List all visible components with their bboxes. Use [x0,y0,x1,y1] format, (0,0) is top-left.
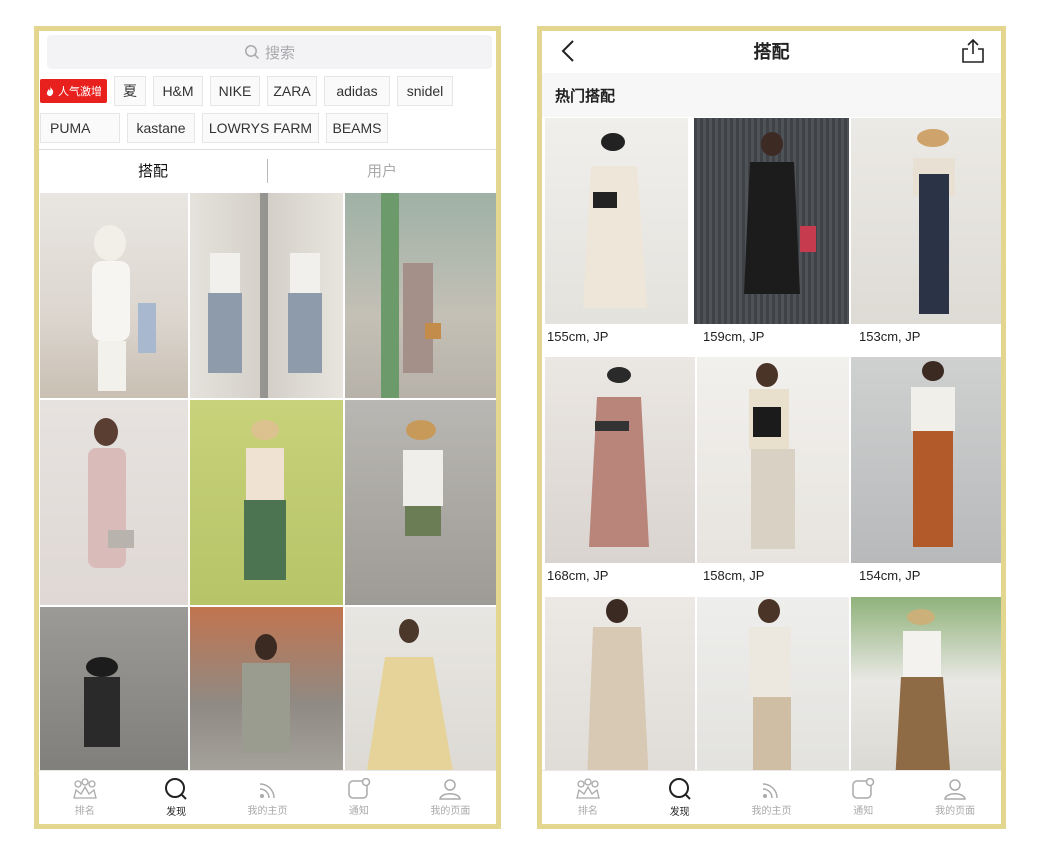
user-icon [439,779,462,800]
height-caption: 158cm, JP [703,568,765,583]
tab-discover-label: 发现 [166,807,187,818]
tag-summer[interactable]: 夏 [114,76,146,106]
tab-notifications[interactable]: 通知 [313,771,404,824]
tab-users[interactable]: 用户 [268,150,496,191]
tab-home-label: 我的主页 [751,806,792,817]
height-caption: 154cm, JP [859,568,921,583]
outfit-photo[interactable] [545,357,695,563]
search-icon [165,778,187,800]
outfit-photo[interactable] [851,118,1001,324]
flame-icon [46,86,54,96]
tab-home[interactable]: 我的主页 [726,771,818,824]
ranking-icon [72,778,97,799]
tab-notifications[interactable]: 通知 [817,771,909,824]
discover-screen: 搜索 人气激增 夏 H&M NIKE ZARA adidas snidel PU… [34,26,501,829]
outfit-photo[interactable] [345,193,496,398]
share-button[interactable] [959,37,987,65]
search-icon [668,778,691,800]
outfit-photo[interactable] [40,400,188,605]
tag-puma[interactable]: PUMA [40,113,120,143]
bottom-tab-bar: 排名 发现 我的主页 通知 我的页面 [39,770,496,824]
tag-lowrys-farm[interactable]: LOWRYS FARM [202,113,319,143]
chevron-left-icon [561,40,574,62]
outfit-photo[interactable] [697,357,849,563]
search-bar[interactable]: 搜索 [47,35,492,69]
section-title: 热门搭配 [542,73,1001,117]
height-caption: 155cm, JP [547,329,609,344]
outfits-screen: 搭配 热门搭配 155cm, JP 159cm, JP 153cm, JP 16… [537,26,1006,829]
outfit-photo[interactable] [190,400,343,605]
search-icon [245,45,260,60]
tag-hm[interactable]: H&M [153,76,203,106]
outfit-photo[interactable] [545,597,695,783]
outfit-photo[interactable] [694,118,849,324]
tab-home[interactable]: 我的主页 [222,771,313,824]
outfit-photo[interactable] [190,193,343,398]
height-caption: 168cm, JP [547,568,609,583]
hot-tag[interactable]: 人气激增 [40,79,107,103]
height-caption: 153cm, JP [859,329,921,344]
discover-tabs: 搭配 用户 [39,149,496,191]
tag-kastane[interactable]: kastane [127,113,195,143]
tab-home-label: 我的主页 [247,806,288,817]
tag-beams[interactable]: BEAMS [326,113,388,143]
outfit-photo[interactable] [851,597,1001,783]
tab-outfits[interactable]: 搭配 [39,150,267,191]
tag-snidel[interactable]: snidel [397,76,453,106]
height-caption: 159cm, JP [703,329,765,344]
outfit-photo[interactable] [697,597,849,783]
share-icon [962,38,984,63]
outfit-photo[interactable] [345,400,496,605]
hot-tag-label: 人气激增 [58,86,102,98]
feed-icon [763,783,779,799]
back-button[interactable] [556,37,580,65]
nav-bar: 搭配 [542,31,1001,71]
outfit-photo[interactable] [345,607,496,783]
tab-ranking-label: 排名 [577,806,598,817]
page-title: 搭配 [753,42,790,62]
tab-notifications-label: 通知 [853,806,874,817]
ranking-icon [576,778,600,799]
notification-icon [348,778,371,799]
outfit-photo[interactable] [545,118,688,324]
tab-my-page-label: 我的页面 [935,806,976,817]
notification-icon [852,778,875,799]
tab-discover[interactable]: 发现 [130,771,221,824]
feed-icon [259,783,275,799]
tab-my-page[interactable]: 我的页面 [909,771,1001,824]
tab-ranking[interactable]: 排名 [39,771,130,824]
user-icon [944,779,966,800]
tab-my-page[interactable]: 我的页面 [405,771,496,824]
bottom-tab-bar: 排名 发现 我的主页 通知 我的页面 [542,770,1001,824]
tab-ranking-label: 排名 [74,806,95,817]
tag-adidas[interactable]: adidas [324,76,390,106]
tag-zara[interactable]: ZARA [267,76,317,106]
outfit-photo[interactable] [40,193,188,398]
tag-nike[interactable]: NIKE [210,76,260,106]
outfit-photo[interactable] [40,607,188,783]
outfit-photo[interactable] [190,607,343,783]
search-placeholder: 搜索 [264,44,295,62]
outfit-photo[interactable] [851,357,1001,563]
tab-discover[interactable]: 发现 [634,771,726,824]
tab-my-page-label: 我的页面 [430,806,471,817]
tab-discover-label: 发现 [669,807,690,818]
tab-ranking[interactable]: 排名 [542,771,634,824]
tab-notifications-label: 通知 [348,806,369,817]
